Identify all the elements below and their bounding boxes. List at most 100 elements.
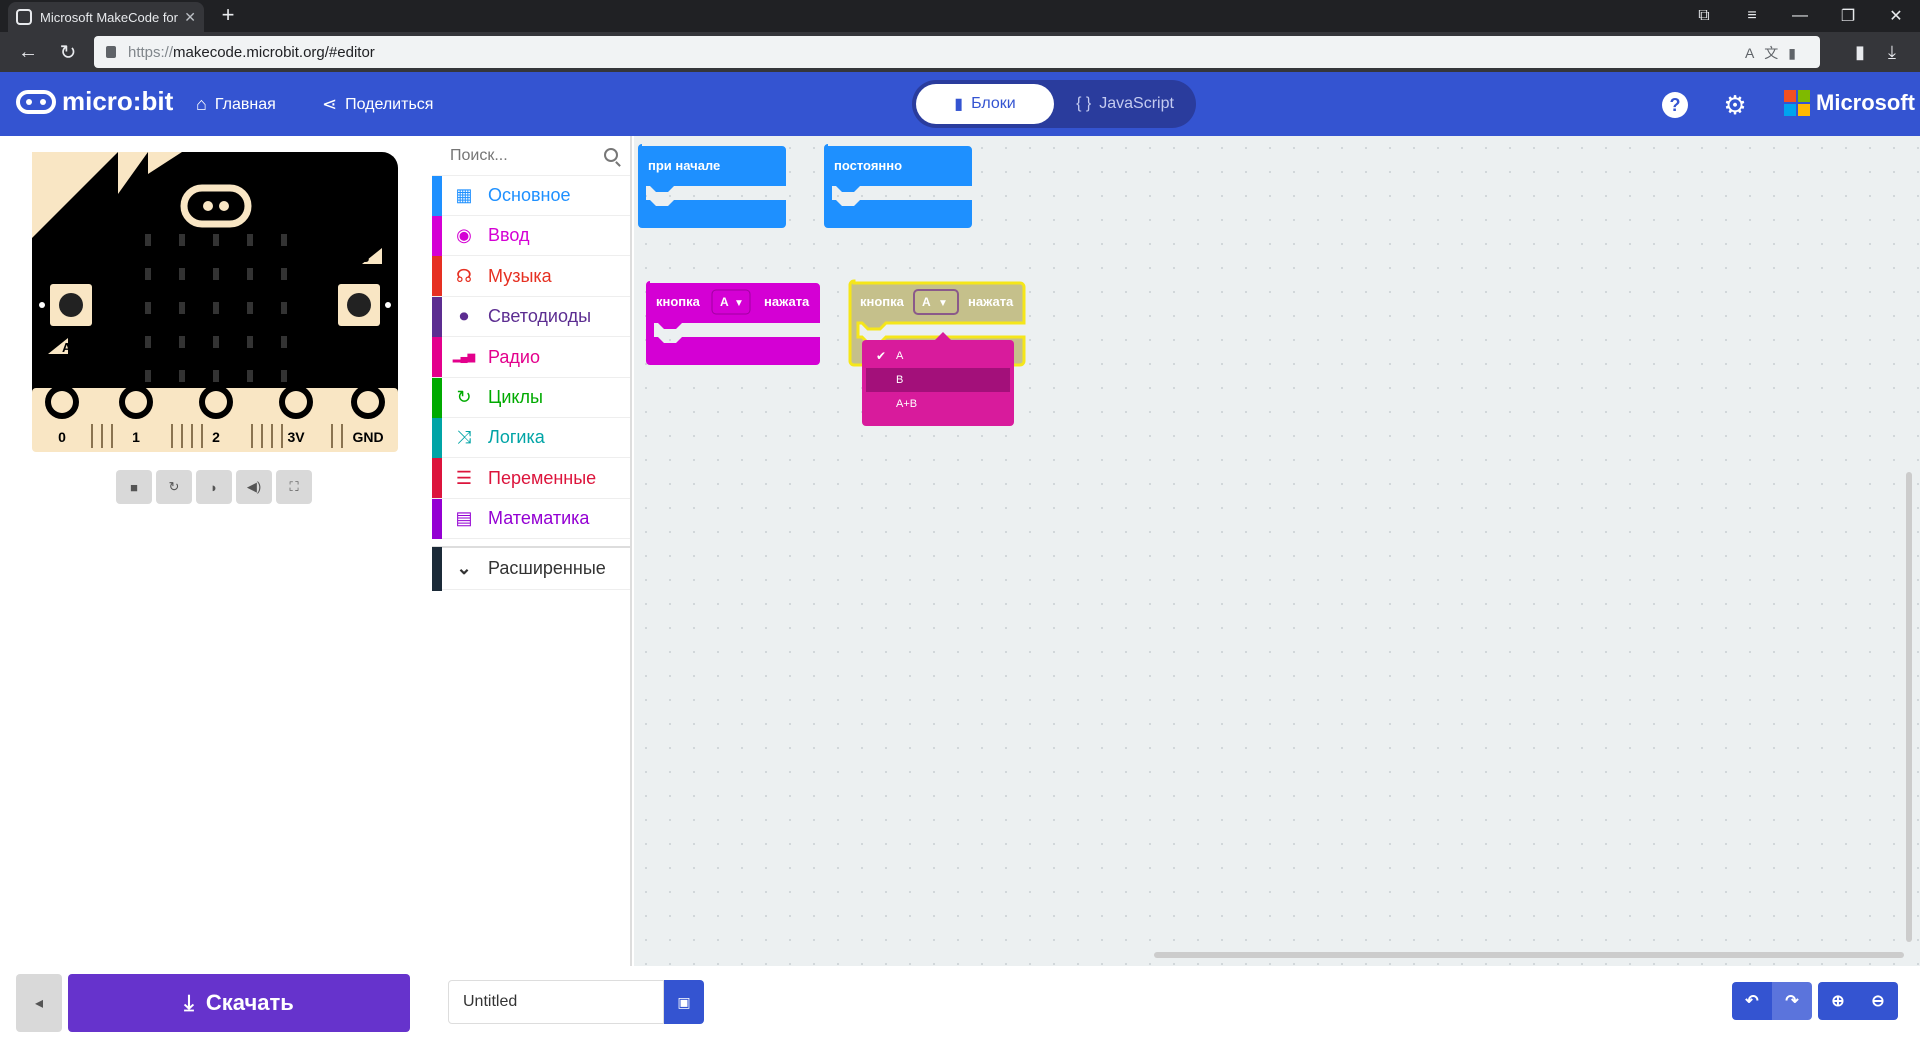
collapse-simulator-button[interactable]: ◂ — [16, 974, 62, 1032]
microbit-logo[interactable]: micro:bit — [16, 86, 173, 117]
blocks-label: Блоки — [971, 95, 1016, 112]
microbit-board[interactable]: A B 0 1 2 3V GND — [32, 152, 398, 452]
close-tab-icon[interactable]: ✕ — [184, 9, 196, 26]
category-color-bar — [432, 458, 442, 499]
save-button[interactable]: ▣ — [664, 980, 704, 1024]
editor-toggle: ▮ Блоки { } JavaScript — [912, 80, 1196, 128]
restore-icon[interactable]: ❐ — [1824, 0, 1872, 32]
home-button[interactable]: ⌂ Главная — [196, 94, 276, 115]
refresh-icon: ↻ — [456, 387, 472, 407]
category-label: Математика — [488, 508, 590, 529]
category-label: Циклы — [488, 387, 543, 407]
slow-mo-icon[interactable]: ◗ — [196, 470, 232, 504]
redo-button[interactable]: ↷ — [1772, 982, 1812, 1020]
dropdown-arrow-icon: ▼ — [734, 298, 744, 309]
category-color-bar — [432, 175, 442, 216]
toolbox-category[interactable]: ▤ Математика — [432, 498, 630, 540]
dropdown-option-a[interactable]: ✔ A — [866, 344, 1010, 368]
project-name-input[interactable] — [448, 980, 664, 1024]
pin-label-3v: 3V — [287, 429, 305, 445]
browser-tab[interactable]: Microsoft MakeCode for micro:bit ✕ — [8, 2, 204, 32]
back-icon[interactable]: ← — [14, 38, 42, 66]
zoom-in-icon: ⊕ — [1831, 993, 1845, 1010]
forever-block[interactable]: постоянно — [824, 144, 972, 228]
forever-label: постоянно — [834, 158, 902, 173]
browser-tab-bar: Microsoft MakeCode for micro:bit ✕ + ⧉ ≡… — [0, 0, 1920, 32]
menu-icon[interactable]: ≡ — [1728, 0, 1776, 32]
toolbox-category[interactable]: ☊ Музыка — [432, 256, 630, 297]
new-tab-button[interactable]: + — [216, 4, 240, 28]
svg-text:B: B — [360, 250, 369, 265]
braces-icon: { } — [1076, 95, 1092, 112]
reload-icon[interactable]: ↻ — [54, 38, 82, 66]
brand-name: micro:bit — [62, 86, 174, 116]
makecode-favicon-icon — [16, 9, 32, 25]
restart-icon[interactable]: ↻ — [156, 470, 192, 504]
blocks-canvas: при начале постоянно кнопка A ▼ нажата к… — [638, 144, 1026, 367]
javascript-tab[interactable]: { } JavaScript — [1058, 84, 1192, 124]
download-label: Скачать — [205, 990, 294, 1015]
share-label: Поделиться — [345, 95, 434, 113]
dropdown-option-b[interactable]: B — [866, 368, 1010, 392]
zoom-out-button[interactable]: ⊖ — [1858, 982, 1898, 1020]
minimize-icon[interactable]: — — [1776, 0, 1824, 32]
category-color-bar — [432, 546, 442, 591]
mute-icon[interactable]: ◀) — [236, 470, 272, 504]
toolbox-search[interactable] — [432, 136, 630, 176]
gear-icon[interactable]: ⚙ — [1722, 90, 1748, 120]
translate-bookmark-icons[interactable]: A文▮ — [1745, 43, 1806, 63]
search-input[interactable] — [450, 146, 600, 165]
toolbox-category[interactable]: ◉ Ввод — [432, 215, 630, 257]
toolbox-category[interactable]: ⏺ Светодиоды — [432, 296, 630, 338]
toolbox-category[interactable]: ☰ Переменные — [432, 458, 630, 499]
signal-icon: ▂▄▆ — [452, 351, 476, 363]
reading-list-icon[interactable]: ⧉ — [1680, 0, 1728, 32]
toolbox-category[interactable]: ⤨ Логика — [432, 417, 630, 459]
category-label: Музыка — [488, 265, 552, 286]
download-icon[interactable]: ⤓ — [1878, 38, 1906, 66]
simulator-toolbar: ■ ↻ ◗ ◀) ⛶ — [116, 470, 312, 504]
advanced-label: Расширенные — [488, 558, 606, 578]
headphones-icon: ☊ — [456, 265, 472, 286]
blocks-workspace[interactable]: при начале постоянно кнопка A ▼ нажата к… — [634, 136, 1920, 966]
extension-icon[interactable]: ▮ — [1846, 38, 1874, 66]
category-color-bar — [432, 377, 442, 418]
collapse-icon: ◂ — [34, 995, 44, 1012]
category-label: Переменные — [488, 467, 597, 488]
svg-text:A: A — [62, 340, 72, 355]
category-color-bar — [432, 337, 442, 378]
zoom-in-button[interactable]: ⊕ — [1818, 982, 1858, 1020]
vertical-scrollbar[interactable] — [1906, 472, 1912, 942]
blocks-tab[interactable]: ▮ Блоки — [916, 84, 1054, 124]
microsoft-logo[interactable]: Microsoft — [1784, 90, 1915, 116]
toolbox-category[interactable]: ↻ Циклы — [432, 377, 630, 418]
horizontal-scrollbar[interactable] — [1154, 952, 1904, 958]
url-field[interactable]: https:// makecode.microbit.org/#editor A… — [94, 36, 1820, 68]
button-block-prefix: кнопка — [656, 294, 701, 309]
window-close-icon[interactable]: ✕ — [1872, 0, 1920, 32]
tab-title: Microsoft MakeCode for micro:bit — [40, 9, 178, 25]
check-icon: ✔ — [876, 349, 887, 363]
toolbox-category[interactable]: ▦ Основное — [432, 175, 630, 216]
category-color-bar — [432, 215, 442, 256]
share-button[interactable]: ⋖ Поделиться — [322, 94, 433, 115]
address-bar: ← ↻ https:// makecode.microbit.org/#edit… — [0, 32, 1920, 72]
toolbox-category[interactable]: ▂▄▆ Радио — [432, 337, 630, 378]
button-pressed-block[interactable]: кнопка A ▼ нажата — [646, 281, 820, 365]
stop-icon[interactable]: ■ — [116, 470, 152, 504]
microsoft-grid-icon — [1784, 90, 1810, 116]
button-dropdown-menu: ✔ A B A+B — [862, 332, 1014, 426]
dropdown-option-a-b[interactable]: A+B — [866, 392, 1010, 416]
on-start-block[interactable]: при начале — [638, 144, 786, 228]
fullscreen-icon[interactable]: ⛶ — [276, 470, 312, 504]
help-icon[interactable]: ? — [1662, 92, 1688, 118]
category-label: Ввод — [488, 225, 530, 246]
url-protocol: https:// — [128, 43, 174, 61]
undo-button[interactable]: ↶ — [1732, 982, 1772, 1020]
category-label: Радио — [488, 346, 540, 367]
shuffle-icon: ⤨ — [456, 427, 472, 448]
search-icon[interactable] — [604, 148, 618, 162]
download-icon: ⤓ — [184, 990, 194, 1015]
advanced-category[interactable]: ⌄ Расширенные — [432, 546, 630, 591]
download-button[interactable]: ⤓ Скачать — [68, 974, 410, 1032]
